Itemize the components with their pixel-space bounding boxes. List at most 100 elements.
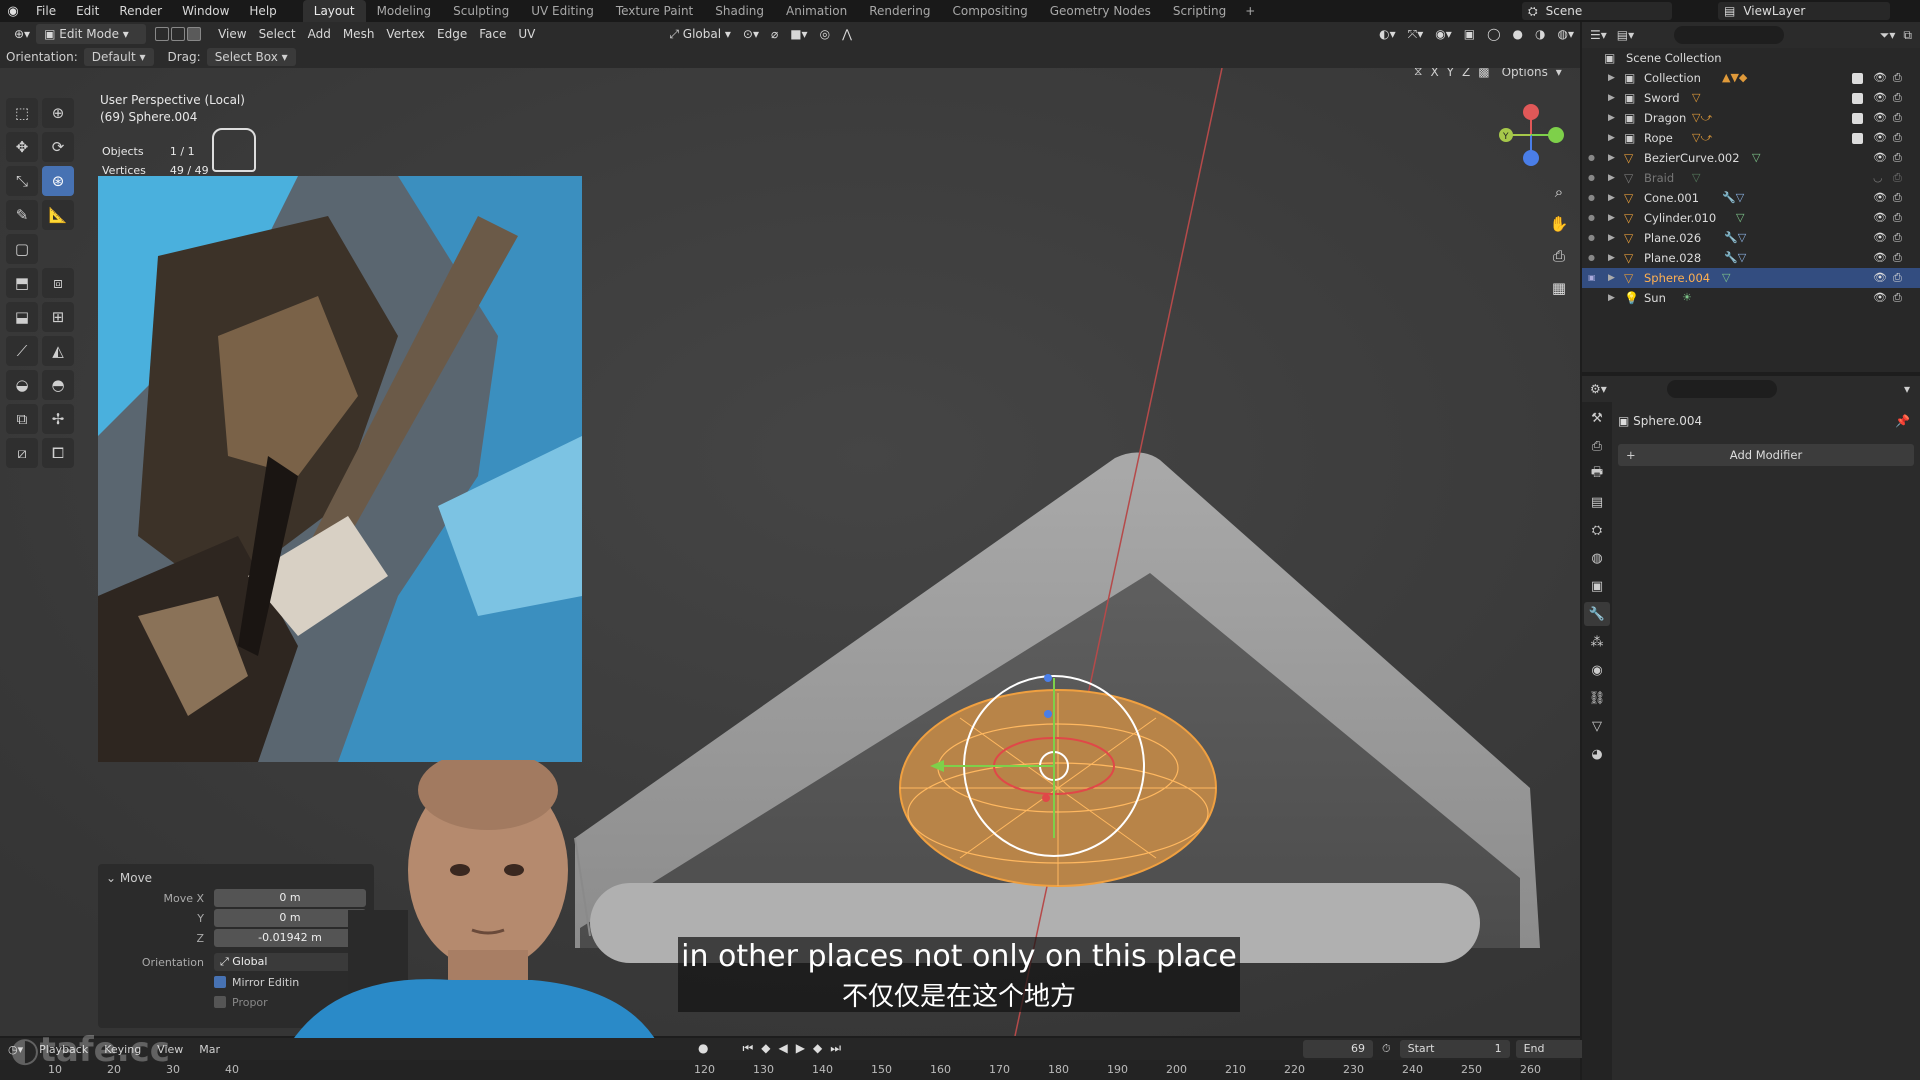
outliner-item-collection[interactable]: ▶ ▣ Collection ▲▼◆ 👁 ⎙ [1582,68,1920,88]
expand-icon[interactable]: ▶ [1608,248,1615,268]
inset-icon[interactable]: ⧈ [42,268,74,298]
outliner-item-braid[interactable]: ● ▶ ▽ Braid ▽ ◡ ⎙ [1582,168,1920,188]
outliner-item-sun[interactable]: ▶ 💡 Sun ☀ 👁 ⎙ [1582,288,1920,308]
tab-animation[interactable]: Animation [775,0,858,22]
include-checkbox[interactable] [1852,113,1863,124]
data-tab-icon[interactable]: ▽ [1584,714,1610,738]
outliner-item-cylinder[interactable]: ● ▶ ▽ Cylinder.010 ▽ 👁 ⎙ [1582,208,1920,228]
expand-icon[interactable]: ▶ [1608,148,1615,168]
mesh-options-icon[interactable]: ▩ [1478,68,1489,79]
snap-target-icon[interactable]: ■▾ [784,24,813,44]
eye-icon[interactable]: 👁 [1873,188,1887,208]
visibility-icon[interactable]: ◐▾ [1373,24,1402,44]
vertex-select-icon[interactable] [155,27,170,41]
falloff-icon[interactable]: ⋀ [836,24,858,44]
tool-tab-icon[interactable]: ⚒ [1584,406,1610,430]
timeline-ruler[interactable]: 10 20 30 40 120 130 140 150 160 170 180 … [0,1060,1580,1080]
jump-start-icon[interactable]: ⏮ [742,1041,753,1056]
scene-selector[interactable]: ⛭ Scene [1522,2,1672,20]
properties-options-icon[interactable]: ▾ [1904,382,1910,396]
menu-vertex[interactable]: Vertex [380,24,431,44]
menu-file[interactable]: File [26,0,66,22]
eye-icon[interactable]: 👁 [1873,108,1887,128]
start-frame-field[interactable]: Start 1 [1399,1040,1510,1058]
menu-view[interactable]: View [212,24,252,44]
add-cube-icon[interactable]: ▢ [6,234,38,264]
transform-orientation-selector[interactable]: ⤢ Global ▾ [663,24,737,44]
outliner-item-cone[interactable]: ● ▶ ▽ Cone.001 🔧▽ 👁 ⎙ [1582,188,1920,208]
axis-x-toggle[interactable]: X [1430,68,1438,79]
current-frame-field[interactable]: 69 [1303,1040,1373,1058]
smooth-icon[interactable]: ◓ [42,370,74,400]
spin-icon[interactable]: ◒ [6,370,38,400]
jump-end-icon[interactable]: ⏭ [830,1041,841,1056]
menu-render[interactable]: Render [109,0,172,22]
outliner-item-dragon[interactable]: ▶ ▣ Dragon ▽⤻ 👁 ⎙ [1582,108,1920,128]
outliner-item-rope[interactable]: ▶ ▣ Rope ▽⤻ 👁 ⎙ [1582,128,1920,148]
drag-selector[interactable]: Select Box ▾ [206,48,296,66]
tab-scripting[interactable]: Scripting [1162,0,1237,22]
tab-layout[interactable]: Layout [302,0,366,22]
solid-shading-icon[interactable]: ● [1507,24,1529,44]
outliner-item-sword[interactable]: ▶ ▣ Sword ▽ 👁 ⎙ [1582,88,1920,108]
menu-add[interactable]: Add [302,24,337,44]
render-camera-icon[interactable]: ⎙ [1893,228,1902,248]
expand-icon[interactable]: ▶ [1608,228,1615,248]
render-camera-icon[interactable]: ⎙ [1893,268,1902,288]
tab-compositing[interactable]: Compositing [941,0,1038,22]
edge-select-icon[interactable] [171,27,186,41]
expand-icon[interactable]: ▶ [1608,288,1615,308]
add-workspace-button[interactable]: + [1237,0,1263,22]
next-keyframe-icon[interactable]: ◆ [813,1041,822,1056]
output-tab-icon[interactable]: 🖶 [1584,462,1610,486]
physics-tab-icon[interactable]: ◉ [1584,658,1610,682]
render-camera-icon[interactable]: ⎙ [1893,288,1902,308]
render-camera-icon[interactable]: ⎙ [1893,128,1902,148]
cursor-icon[interactable]: ⊕ [42,98,74,128]
properties-search-input[interactable] [1666,380,1777,398]
render-camera-icon[interactable]: ⎙ [1893,148,1902,168]
axis-y-toggle[interactable]: Y [1447,68,1454,79]
new-collection-icon[interactable]: ⧉ [1903,28,1912,43]
expand-icon[interactable]: ▶ [1608,68,1615,88]
menu-uv[interactable]: UV [512,24,541,44]
proportional-checkbox[interactable] [214,996,226,1008]
expand-icon[interactable]: ▶ [1608,128,1615,148]
expand-icon[interactable]: ▶ [1608,268,1615,288]
constraints-tab-icon[interactable]: ⛓ [1584,686,1610,710]
camera-view-icon[interactable]: ⎙ [1547,244,1571,268]
proportional-edit-icon[interactable]: ◎ [814,24,836,44]
select-box-icon[interactable]: ⬚ [6,98,38,128]
pan-hand-icon[interactable]: ✋ [1547,212,1571,236]
rotate-icon[interactable]: ⟳ [42,132,74,162]
outliner-item-beziercurve[interactable]: ● ▶ ▽ BezierCurve.002 ▽ 👁 ⎙ [1582,148,1920,168]
wireframe-shading-icon[interactable]: ◯ [1481,24,1506,44]
eye-icon[interactable]: 👁 [1873,148,1887,168]
expand-icon[interactable]: ▶ [1608,108,1615,128]
rip-icon[interactable]: ⧠ [42,438,74,468]
tab-shading[interactable]: Shading [704,0,775,22]
pin-icon[interactable]: 📌 [1895,410,1910,432]
mirror-editing-checkbox[interactable] [214,976,226,988]
mode-selector[interactable]: ▣ Edit Mode ▾ [36,24,147,44]
menu-edge[interactable]: Edge [431,24,473,44]
render-camera-icon[interactable]: ⎙ [1893,168,1902,188]
material-shading-icon[interactable]: ◑ [1529,24,1551,44]
gizmo-toggle-icon[interactable]: ⤧▾ [1402,24,1430,44]
ortho-grid-icon[interactable]: ▦ [1547,276,1571,300]
tab-texture-paint[interactable]: Texture Paint [605,0,704,22]
include-checkbox[interactable] [1852,93,1863,104]
eye-icon[interactable]: 👁 [1873,248,1887,268]
snap-icon[interactable]: ⌀ [765,24,784,44]
eye-icon[interactable]: 👁 [1873,88,1887,108]
tab-sculpting[interactable]: Sculpting [442,0,520,22]
material-tab-icon[interactable]: ◕ [1584,742,1610,766]
outliner-item-sphere004[interactable]: ▣ ▶ ▽ Sphere.004 ▽ 👁 ⎙ [1582,268,1920,288]
expand-icon[interactable]: ▶ [1608,188,1615,208]
xray-toggle-icon[interactable]: ▣ [1458,24,1481,44]
edge-slide-icon[interactable]: ⧉ [6,404,38,434]
particles-tab-icon[interactable]: ⁂ [1584,630,1610,654]
outliner-item-plane026[interactable]: ● ▶ ▽ Plane.026 🔧▽ 👁 ⎙ [1582,228,1920,248]
loop-cut-icon[interactable]: ⊞ [42,302,74,332]
expand-icon[interactable]: ▶ [1608,208,1615,228]
